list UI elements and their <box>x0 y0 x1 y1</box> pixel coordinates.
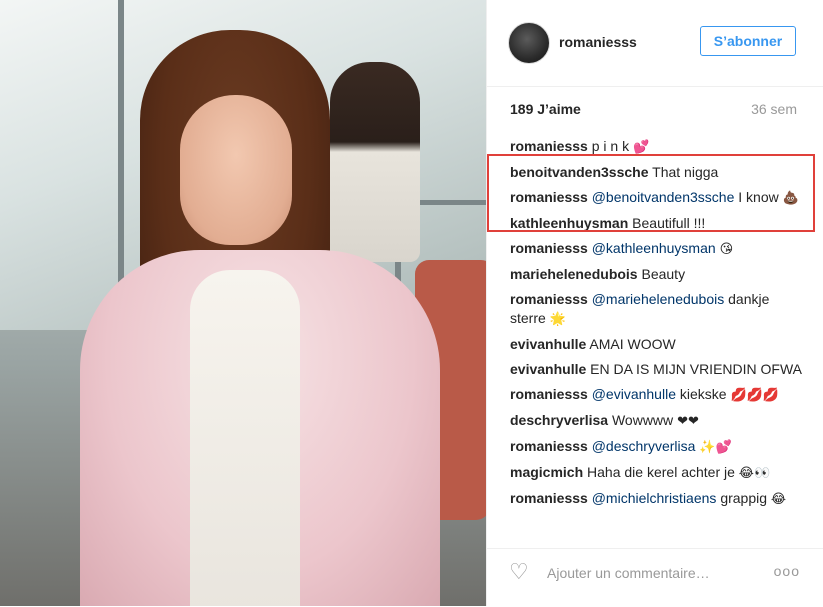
comment-text: AMAI WOOW <box>589 336 676 352</box>
comment-item: romaniesss @mariehelenedubois dankje ste… <box>510 290 802 329</box>
comment-text: Wowwww <box>611 412 674 428</box>
comment-emoji: 🌟 <box>549 312 566 327</box>
post-sidebar: romaniesss S’abonner 189 J’aime 36 sem r… <box>486 0 823 606</box>
like-count[interactable]: 189 J’aime <box>510 101 581 117</box>
comment-footer: ♡ ooo <box>487 548 823 607</box>
comment-text: kiekske <box>679 386 727 402</box>
comment-item: evivanhulle AMAI WOOW <box>510 335 802 354</box>
post-age[interactable]: 36 sem <box>751 101 797 117</box>
comment-item: evivanhulle EN DA IS MIJN VRIENDIN OFWA <box>510 360 802 379</box>
comment-item: romaniesss @michielchristiaens grappig 😂 <box>510 489 802 509</box>
comment-mention[interactable]: @evivanhulle <box>592 386 676 402</box>
comment-username[interactable]: evivanhulle <box>510 361 586 377</box>
comment-text: p i n k <box>591 138 630 154</box>
comment-mention[interactable]: @mariehelenedubois <box>592 291 725 307</box>
comment-text: EN DA IS MIJN VRIENDIN OFWA <box>590 361 802 377</box>
comment-emoji: ✨💕 <box>699 440 732 455</box>
comment-mention[interactable]: @deschryverlisa <box>592 438 696 454</box>
post-photo[interactable] <box>0 0 486 606</box>
follow-button[interactable]: S’abonner <box>700 26 796 56</box>
subject-face <box>180 95 292 245</box>
comment-emoji: 😂👀 <box>738 466 771 481</box>
comment-emoji: 😂 <box>770 492 787 507</box>
comment-mention[interactable]: @michielchristiaens <box>592 490 717 506</box>
comment-username[interactable]: romaniesss <box>510 386 588 402</box>
post-username[interactable]: romaniesss <box>559 34 637 50</box>
comment-item: romaniesss @evivanhulle kiekske 💋💋💋 <box>510 385 802 405</box>
comment-item: romaniesss @deschryverlisa ✨💕 <box>510 437 802 457</box>
comment-username[interactable]: magicmich <box>510 464 583 480</box>
comment-text: Beauty <box>641 266 686 282</box>
post-header: romaniesss S’abonner <box>487 0 823 87</box>
comment-emoji: 😘 <box>719 242 734 257</box>
comment-text: grappig <box>720 490 768 506</box>
comment-mention[interactable]: @kathleenhuysman <box>592 240 716 256</box>
comment-text: Haha die kerel achter je <box>587 464 735 480</box>
background-passenger <box>330 62 420 262</box>
comment-username[interactable]: romaniesss <box>510 291 588 307</box>
subject-blouse <box>190 270 300 606</box>
highlight-box <box>487 154 815 232</box>
comment-item: deschryverlisa Wowwww ❤❤ <box>510 411 802 431</box>
comment-emoji: ❤❤ <box>677 414 699 429</box>
more-options-icon[interactable]: ooo <box>774 563 800 579</box>
avatar[interactable] <box>508 22 550 64</box>
comment-emoji: 💋💋💋 <box>730 388 780 403</box>
comment-username[interactable]: romaniesss <box>510 240 588 256</box>
comment-input[interactable] <box>545 562 749 584</box>
comment-item: romaniesss @kathleenhuysman 😘 <box>510 239 802 259</box>
comment-username[interactable]: romaniesss <box>510 138 588 154</box>
comment-item: mariehelenedubois Beauty <box>510 265 802 284</box>
comment-username[interactable]: evivanhulle <box>510 336 586 352</box>
comment-item: magicmich Haha die kerel achter je 😂👀 <box>510 463 802 483</box>
heart-outline-icon[interactable]: ♡ <box>509 561 533 583</box>
comment-username[interactable]: mariehelenedubois <box>510 266 638 282</box>
comment-username[interactable]: romaniesss <box>510 438 588 454</box>
comment-username[interactable]: deschryverlisa <box>510 412 608 428</box>
comment-username[interactable]: romaniesss <box>510 490 588 506</box>
